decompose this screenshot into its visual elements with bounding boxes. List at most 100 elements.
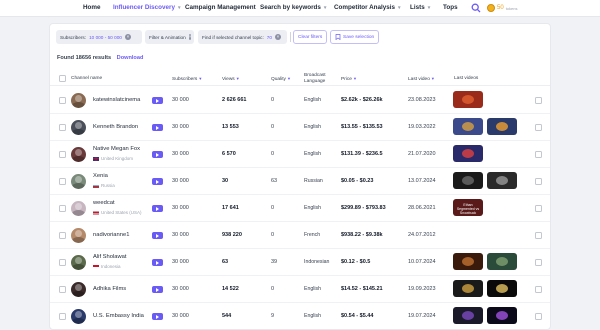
row-select-checkbox[interactable] [535, 124, 542, 131]
row-select-checkbox[interactable] [535, 313, 542, 320]
nav-search-by-keywords[interactable]: Search by keywords ▾ [260, 4, 326, 11]
avatar[interactable] [71, 228, 86, 243]
row-checkbox[interactable] [59, 97, 66, 104]
youtube-icon[interactable] [152, 97, 163, 104]
avatar[interactable] [71, 120, 86, 135]
row-checkbox[interactable] [59, 259, 66, 266]
nav-campaign-management[interactable]: Campaign Management [185, 4, 256, 11]
table-row[interactable]: weedcat United States (USA) 30 000 17 641 0 E… [50, 195, 550, 222]
search-icon[interactable] [471, 3, 481, 13]
table-row[interactable]: U.S. Embassy India 30 000 544 9 English $0.54… [50, 303, 550, 329]
column-subscribers[interactable]: Subscribers▼ [172, 76, 202, 82]
channel-name[interactable]: U.S. Embassy India [93, 313, 144, 319]
row-select-checkbox[interactable] [535, 259, 542, 266]
table-row[interactable]: Alif Sholawat Indonesia 30 000 63 39 Indonesi… [50, 249, 550, 276]
video-thumbnail[interactable] [453, 91, 483, 108]
last-video-date: 19.03.2022 [408, 124, 436, 130]
avatar[interactable] [71, 255, 86, 270]
youtube-icon[interactable] [152, 313, 163, 320]
top-navigation: Home Influencer Discovery ▾ Campaign Mana… [0, 0, 600, 17]
language-value: English [304, 313, 322, 319]
row-select-checkbox[interactable] [535, 178, 542, 185]
row-select-checkbox[interactable] [535, 151, 542, 158]
nav-home[interactable]: Home [83, 4, 101, 11]
avatar[interactable] [71, 309, 86, 324]
channel-name[interactable]: katewinslatcinema [93, 97, 140, 103]
language-value: English [304, 97, 322, 103]
row-checkbox[interactable] [59, 178, 66, 185]
video-thumbnail[interactable] [453, 253, 483, 270]
nav-tops[interactable]: Tops [443, 4, 458, 11]
avatar[interactable] [71, 147, 86, 162]
video-thumbnail[interactable] [453, 118, 483, 135]
channel-name[interactable]: nadivorianne1 [93, 232, 129, 238]
table-row[interactable]: katewinslatcinema 30 000 2 626 661 0 English… [50, 87, 550, 114]
youtube-icon[interactable] [152, 124, 163, 131]
video-thumbnail[interactable] [487, 280, 517, 297]
close-icon[interactable]: × [188, 34, 192, 40]
row-select-checkbox[interactable] [535, 286, 542, 293]
row-checkbox[interactable] [59, 205, 66, 212]
avatar[interactable] [71, 174, 86, 189]
clear-filters-button[interactable]: Clear filters [293, 30, 328, 44]
row-select-checkbox[interactable] [535, 232, 542, 239]
video-thumbnail[interactable] [453, 307, 483, 324]
filter-chip-topic[interactable]: Find if selected channel topic: 70 × [198, 30, 287, 44]
channel-name[interactable]: Alif Sholawat [93, 254, 127, 260]
avatar[interactable] [71, 282, 86, 297]
channel-name[interactable]: Native Megan Fox [93, 146, 140, 152]
video-thumbnail[interactable] [487, 118, 517, 135]
table-row[interactable]: Kenneth Brandon 30 000 13 553 0 English $13.5… [50, 114, 550, 141]
column-views[interactable]: Views▼ [222, 76, 240, 82]
close-icon[interactable]: × [274, 34, 281, 40]
nav-home-label: Home [83, 4, 101, 11]
save-selection-button[interactable]: Save selection [330, 30, 380, 44]
nav-influencer-discovery[interactable]: Influencer Discovery ▾ [113, 4, 180, 11]
channel-country: United States (USA) [93, 210, 142, 215]
close-icon[interactable]: × [124, 34, 131, 40]
youtube-icon[interactable] [152, 286, 163, 293]
channel-name[interactable]: Xenia [93, 173, 108, 179]
channel-name[interactable]: weedcat [93, 200, 115, 206]
channel-name[interactable]: Adhika Films [93, 286, 126, 292]
video-thumbnail[interactable]: Ethan Segmented vs Snowbuck [453, 199, 483, 216]
select-all-checkbox[interactable] [59, 75, 66, 82]
youtube-icon[interactable] [152, 259, 163, 266]
table-row[interactable]: nadivorianne1 30 000 938 220 0 French $938.22… [50, 222, 550, 249]
row-select-checkbox[interactable] [535, 205, 542, 212]
nav-competitor-analysis[interactable]: Competitor Analysis ▾ [334, 4, 401, 11]
youtube-icon[interactable] [152, 151, 163, 158]
youtube-icon[interactable] [152, 178, 163, 185]
video-thumbnail[interactable] [453, 280, 483, 297]
nav-lists[interactable]: Lists ▾ [410, 4, 430, 11]
column-last-video[interactable]: Last video▼ [408, 76, 435, 82]
video-thumbnail[interactable] [487, 307, 517, 324]
table-row[interactable]: Native Megan Fox United Kingdom 30 000 6 57… [50, 141, 550, 168]
filter-chip-animation[interactable]: Filter & Animation × [145, 30, 194, 44]
row-checkbox[interactable] [59, 124, 66, 131]
column-quality[interactable]: Quality▼ [271, 76, 291, 82]
download-link[interactable]: Download [117, 55, 144, 61]
table-row[interactable]: Adhika Films 30 000 14 522 0 English $14.52 -… [50, 276, 550, 303]
video-thumbnail[interactable] [453, 172, 483, 189]
youtube-icon[interactable] [152, 232, 163, 239]
table-row[interactable]: Xenia Russia 30 000 30 63 Russian $0.05 - $0.2… [50, 168, 550, 195]
filter-chip-subscribers[interactable]: Subscribers: 10 000 - 50 000 × [56, 30, 142, 44]
video-thumbnail[interactable] [487, 172, 517, 189]
channel-name[interactable]: Kenneth Brandon [93, 124, 138, 130]
row-checkbox[interactable] [59, 313, 66, 320]
token-balance[interactable]: 50 tokens [487, 2, 517, 14]
subscribers-value: 30 000 [172, 205, 189, 211]
video-thumbnail[interactable] [487, 253, 517, 270]
video-thumbnail[interactable] [453, 145, 483, 162]
column-subscribers-label: Subscribers [172, 77, 198, 82]
avatar[interactable] [71, 93, 86, 108]
row-select-checkbox[interactable] [535, 97, 542, 104]
avatar[interactable] [71, 201, 86, 216]
row-checkbox[interactable] [59, 151, 66, 158]
youtube-icon[interactable] [152, 205, 163, 212]
column-price[interactable]: Price▼ [341, 76, 357, 82]
row-checkbox[interactable] [59, 286, 66, 293]
column-last-video-label: Last video [408, 77, 430, 82]
row-checkbox[interactable] [59, 232, 66, 239]
